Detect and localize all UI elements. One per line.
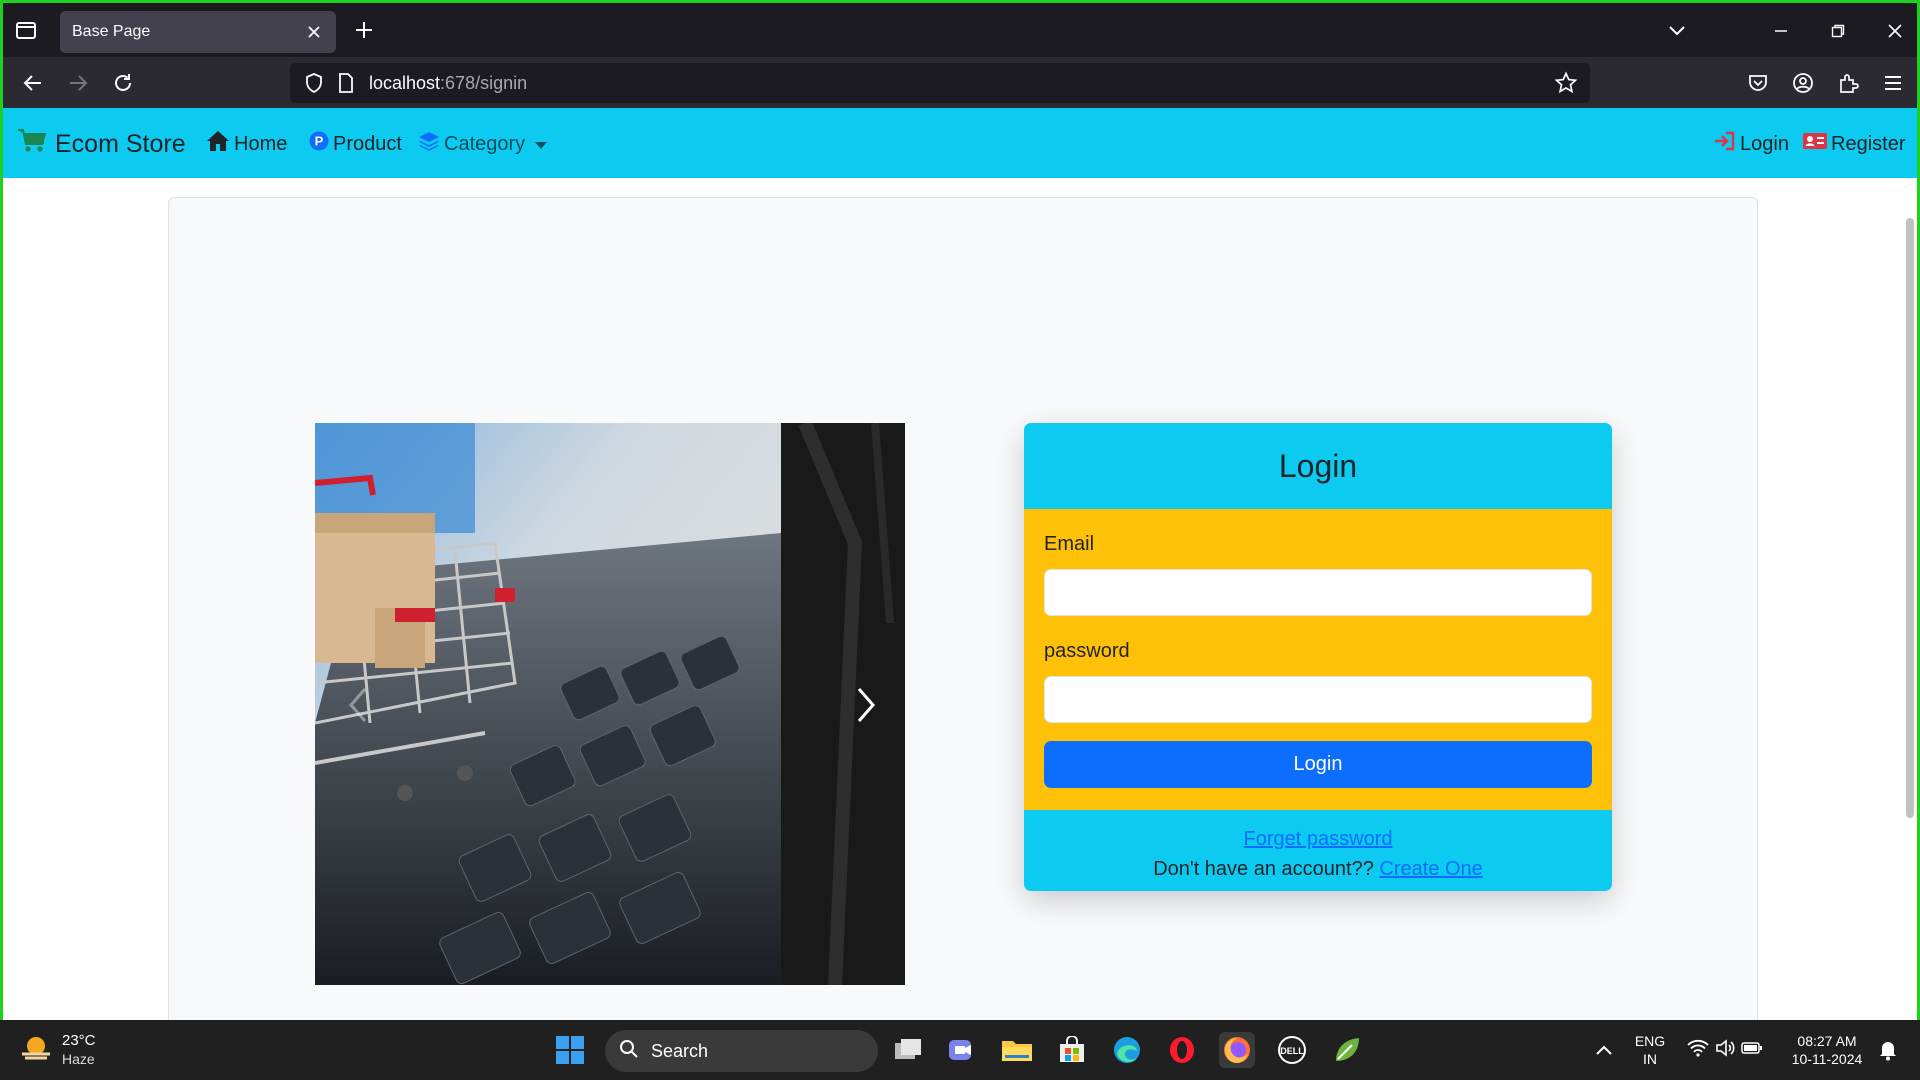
url-host: localhost — [369, 72, 441, 93]
list-all-tabs-icon[interactable] — [1663, 17, 1691, 45]
spring-tool-icon[interactable] — [1329, 1032, 1365, 1068]
opera-icon[interactable] — [1164, 1032, 1200, 1068]
id-card-icon — [1803, 132, 1827, 156]
sun-haze-icon — [20, 1034, 52, 1067]
nav-login[interactable]: Login — [1714, 130, 1789, 158]
chevron-up-icon[interactable] — [1586, 1032, 1622, 1068]
pocket-icon[interactable] — [1744, 69, 1772, 97]
edge-icon[interactable] — [1109, 1032, 1145, 1068]
site-navbar: Ecom Store Home P Product Category Login… — [3, 108, 1917, 178]
firefox-icon[interactable] — [1219, 1032, 1255, 1068]
back-icon[interactable] — [19, 69, 47, 97]
nav-category-label: Category — [444, 132, 526, 155]
shopping-cart-on-laptop-image — [315, 423, 905, 985]
language-indicator[interactable]: ENG IN — [1630, 1032, 1670, 1068]
product-p-icon: P — [309, 131, 329, 157]
browser-window: Base Page localhost:678/signin Ecom Sto… — [0, 0, 1920, 1020]
svg-text:DELL: DELL — [1280, 1046, 1304, 1056]
login-card: Login Email password Login Forget passwo… — [1024, 423, 1612, 891]
notification-bell-icon[interactable] — [1870, 1032, 1906, 1068]
nav-home-label: Home — [234, 132, 288, 155]
restore-icon[interactable] — [1824, 17, 1852, 45]
login-submit-button[interactable]: Login — [1044, 741, 1592, 788]
house-icon — [206, 130, 230, 158]
carousel-prev-icon[interactable] — [343, 685, 373, 725]
minimize-icon[interactable] — [1767, 17, 1795, 45]
carousel-next-icon[interactable] — [851, 685, 881, 725]
login-card-title: Login — [1024, 423, 1612, 509]
account-icon[interactable] — [1789, 69, 1817, 97]
clock-time: 08:27 AM — [1797, 1033, 1857, 1049]
tab-list-icon[interactable] — [13, 17, 39, 43]
nav-product-label: Product — [333, 132, 402, 155]
browser-toolbar: localhost:678/signin — [3, 57, 1917, 108]
volume-icon — [1715, 1038, 1735, 1062]
brand-name: Ecom Store — [55, 129, 186, 158]
svg-text:P: P — [315, 134, 324, 149]
caret-down-icon — [535, 133, 548, 156]
layers-icon — [418, 130, 440, 158]
taskbar-search[interactable]: Search — [605, 1030, 878, 1072]
new-tab-icon[interactable] — [351, 17, 377, 43]
main-container: Login Email password Login Forget passwo… — [168, 197, 1758, 1020]
cart-icon — [17, 128, 47, 161]
nav-home[interactable]: Home — [206, 130, 287, 158]
clock[interactable]: 08:27 AM 10-11-2024 — [1782, 1032, 1872, 1068]
teams-icon[interactable] — [944, 1032, 980, 1068]
taskbar: 23°C Haze Search DELL ENG IN 08:27 AM 10… — [0, 1020, 1920, 1080]
web-page: Ecom Store Home P Product Category Login… — [3, 108, 1917, 1020]
dell-icon[interactable]: DELL — [1274, 1032, 1310, 1068]
shield-icon[interactable] — [304, 72, 324, 99]
nav-login-label: Login — [1740, 132, 1789, 155]
bookmark-star-icon[interactable] — [1554, 71, 1578, 100]
battery-icon — [1741, 1041, 1763, 1060]
tab-strip: Base Page — [3, 3, 1917, 57]
forgot-password-link[interactable]: Forget password — [1244, 828, 1393, 850]
signup-prompt: Don't have an account?? — [1153, 858, 1374, 880]
wifi-icon — [1687, 1039, 1709, 1062]
create-account-link[interactable]: Create One — [1379, 858, 1482, 880]
password-label: password — [1044, 640, 1130, 662]
task-view-icon[interactable] — [890, 1032, 926, 1068]
windows-start-icon[interactable] — [552, 1032, 588, 1068]
url-path: :678/signin — [440, 72, 528, 93]
brand-link[interactable]: Ecom Store — [17, 128, 186, 160]
weather-temp: 23°C — [62, 1032, 96, 1049]
login-form: Email password Login — [1024, 509, 1612, 810]
image-carousel — [315, 423, 905, 985]
extensions-icon[interactable] — [1834, 69, 1862, 97]
file-explorer-icon[interactable] — [999, 1032, 1035, 1068]
nav-category-dropdown[interactable]: Category — [418, 130, 548, 158]
page-scrollbar[interactable] — [1906, 218, 1914, 818]
page-info-icon[interactable] — [337, 72, 355, 99]
email-label: Email — [1044, 533, 1095, 555]
login-card-footer: Forget password Don't have an account?? … — [1024, 810, 1612, 891]
nav-product[interactable]: P Product — [309, 130, 402, 158]
browser-tab[interactable]: Base Page — [60, 11, 336, 53]
email-field[interactable] — [1044, 569, 1592, 616]
url-bar[interactable]: localhost:678/signin — [290, 63, 1590, 103]
nav-register-label: Register — [1831, 132, 1906, 155]
microsoft-store-icon[interactable] — [1054, 1032, 1090, 1068]
tab-title: Base Page — [72, 23, 151, 40]
close-window-icon[interactable] — [1881, 17, 1909, 45]
password-field[interactable] — [1044, 676, 1592, 723]
system-tray[interactable] — [1680, 1032, 1770, 1068]
clock-date: 10-11-2024 — [1791, 1051, 1863, 1067]
sign-in-icon — [1714, 131, 1736, 157]
forward-icon[interactable] — [64, 69, 92, 97]
reload-icon[interactable] — [109, 69, 137, 97]
tab-close-icon[interactable] — [304, 22, 324, 42]
language-line1: ENG — [1634, 1033, 1666, 1049]
search-label: Search — [651, 1040, 709, 1061]
weather-widget[interactable]: 23°C Haze — [20, 1030, 96, 1070]
nav-register[interactable]: Register — [1803, 130, 1905, 158]
weather-desc: Haze — [62, 1051, 95, 1067]
menu-icon[interactable] — [1879, 69, 1907, 97]
language-line2: IN — [1643, 1051, 1657, 1067]
search-icon — [619, 1039, 639, 1064]
